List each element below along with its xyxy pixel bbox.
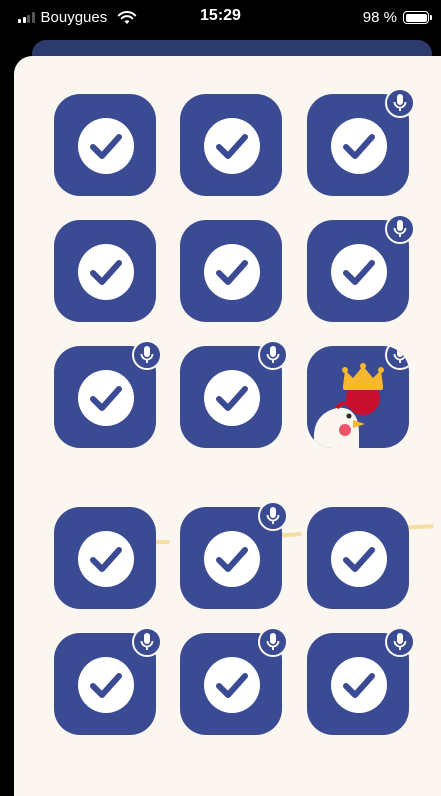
checkmark-icon xyxy=(331,531,387,587)
status-bar: Bouygues 15:29 98 % xyxy=(0,0,441,36)
level-tile[interactable] xyxy=(307,627,415,735)
checkmark-icon xyxy=(78,118,134,174)
level-tile[interactable] xyxy=(180,94,282,196)
level-tile[interactable] xyxy=(54,627,162,735)
level-tile[interactable] xyxy=(180,220,282,322)
microphone-icon xyxy=(385,627,415,657)
checkmark-icon xyxy=(331,244,387,300)
checkmark-icon xyxy=(204,657,260,713)
checkmark-icon xyxy=(331,118,387,174)
microphone-icon xyxy=(258,627,288,657)
checkmark-icon xyxy=(204,118,260,174)
checkmark-icon xyxy=(204,531,260,587)
level-tile[interactable] xyxy=(307,214,415,322)
battery-percent: 98 % xyxy=(362,9,397,26)
level-tile[interactable] xyxy=(54,507,156,609)
level-tile[interactable] xyxy=(54,220,156,322)
microphone-icon xyxy=(258,340,288,370)
level-tile[interactable] xyxy=(307,507,409,609)
microphone-icon xyxy=(258,501,288,531)
checkmark-icon xyxy=(78,657,134,713)
level-tile[interactable] xyxy=(180,627,288,735)
battery-icon xyxy=(403,11,432,24)
checkmark-icon xyxy=(331,657,387,713)
checkmark-icon xyxy=(204,370,260,426)
level-tile[interactable] xyxy=(307,88,415,196)
status-right: 98 % xyxy=(362,9,432,26)
microphone-icon xyxy=(132,627,162,657)
level-tile-boss[interactable] xyxy=(307,346,409,448)
checkmark-icon xyxy=(78,531,134,587)
microphone-icon xyxy=(385,214,415,244)
microphone-icon xyxy=(385,88,415,118)
checkmark-icon xyxy=(78,244,134,300)
level-tile[interactable] xyxy=(54,340,162,448)
checkmark-icon xyxy=(204,244,260,300)
level-tile[interactable] xyxy=(180,340,288,448)
level-tile[interactable] xyxy=(180,501,288,609)
checkmark-icon xyxy=(78,370,134,426)
microphone-icon xyxy=(132,340,162,370)
level-tile[interactable] xyxy=(54,94,156,196)
